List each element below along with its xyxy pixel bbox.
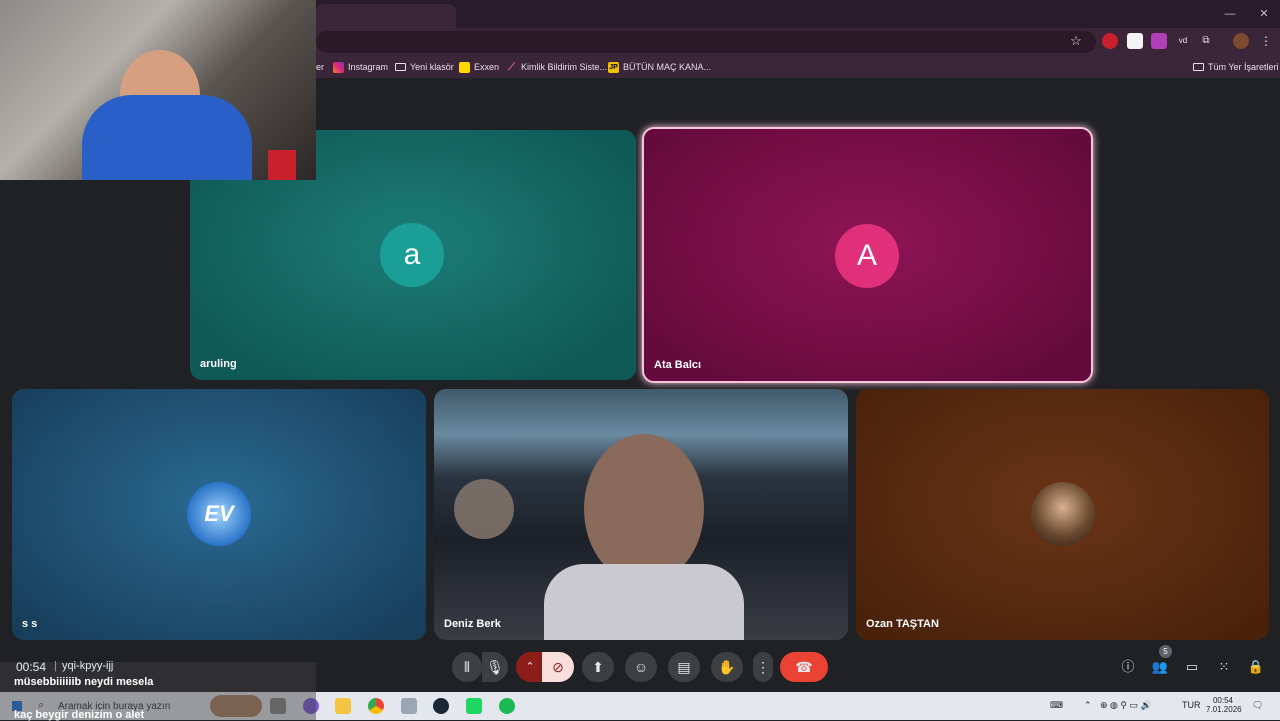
- language-indicator[interactable]: TUR: [1182, 700, 1201, 710]
- link-icon: ⟋: [508, 61, 515, 73]
- bookmark-butun-mac[interactable]: JP BÜTÜN MAÇ KANA...: [608, 58, 711, 76]
- bookmark-exxen[interactable]: Exxen: [459, 58, 499, 76]
- meeting-time: 00:54: [16, 660, 47, 674]
- bookmark-yeni-klasor[interactable]: Yeni klasör: [395, 58, 454, 76]
- bookmark-instagram[interactable]: Instagram: [333, 58, 388, 76]
- extension-purple-icon[interactable]: [1151, 33, 1167, 49]
- instagram-icon: [333, 61, 344, 73]
- captions-icon: ▤: [677, 659, 691, 675]
- steam-icon[interactable]: [433, 698, 449, 714]
- camera-options-button[interactable]: ⌃: [516, 652, 544, 682]
- participant-name: Ozan TAŞTAN: [866, 618, 939, 630]
- tray-keyboard-icon[interactable]: ⌨: [1050, 700, 1063, 711]
- more-vert-icon: ⋮: [756, 659, 770, 675]
- close-icon[interactable]: ✕: [1256, 6, 1272, 22]
- reactions-button[interactable]: ☺: [625, 652, 657, 682]
- avatar: [1031, 482, 1095, 546]
- file-explorer-icon[interactable]: [335, 698, 351, 714]
- notifications-icon[interactable]: 🗨: [1252, 700, 1263, 711]
- all-bookmarks[interactable]: Tüm Yer İşaretleri: [1193, 58, 1279, 76]
- flag: [268, 150, 296, 180]
- meeting-code: yqi-kpyy-ijj: [62, 660, 114, 672]
- participant-tile-ata-balci[interactable]: A Ata Balcı: [642, 127, 1093, 383]
- bookmark-partial[interactable]: er: [316, 58, 324, 76]
- chat-line-1: müsebbiiiiiib neydi mesela: [14, 676, 154, 688]
- chat-icon[interactable]: ▭: [1183, 658, 1201, 676]
- participant-tile-s-s[interactable]: EV s s: [12, 389, 426, 640]
- participant-name: Ata Balcı: [654, 359, 702, 371]
- planet-shape: [454, 479, 514, 539]
- clock-date: 7.01.2026: [1206, 705, 1242, 714]
- people-icon[interactable]: 👥: [1151, 658, 1169, 676]
- participant-name: s s: [22, 618, 38, 630]
- person-body: [544, 564, 744, 640]
- tray-chevron-up-icon[interactable]: ⌃: [1084, 700, 1092, 711]
- meeting-info-icon[interactable]: ⓘ: [1119, 658, 1137, 676]
- participant-name: aruling: [200, 358, 237, 370]
- hand-icon: ✋: [718, 659, 736, 675]
- captions-button[interactable]: ▤: [668, 652, 700, 682]
- host-controls-icon[interactable]: 🔒: [1247, 658, 1265, 676]
- restore-icon[interactable]: [1226, 6, 1242, 22]
- more-options-button[interactable]: ⋮: [753, 652, 773, 682]
- audio-effects-button[interactable]: ⦀: [452, 652, 482, 682]
- profile-avatar[interactable]: [1233, 33, 1249, 49]
- participant-name: Deniz Berk: [444, 618, 501, 630]
- present-screen-icon: ⬆: [592, 659, 604, 675]
- avatar: EV: [187, 482, 251, 546]
- address-bar[interactable]: [316, 31, 1096, 53]
- browser-tab[interactable]: [316, 4, 456, 28]
- spotify-icon[interactable]: [499, 698, 515, 714]
- divider: |: [54, 660, 57, 672]
- chevron-up-icon: ⌃: [525, 661, 535, 673]
- extension-white-icon[interactable]: [1127, 33, 1143, 49]
- raise-hand-button[interactable]: ✋: [711, 652, 743, 682]
- webcam-overlay: [0, 0, 316, 180]
- extension-vd-icon[interactable]: vd: [1175, 33, 1191, 49]
- extension-red-icon[interactable]: [1102, 33, 1118, 49]
- exxen-icon: [459, 61, 470, 73]
- folder-icon: [395, 63, 406, 71]
- people-count-badge: 5: [1159, 645, 1172, 658]
- participant-tile-deniz-berk[interactable]: Deniz Berk: [434, 389, 848, 640]
- clock[interactable]: 00:54 7.01.2026: [1206, 696, 1242, 714]
- chrome-icon[interactable]: [368, 698, 384, 714]
- present-button[interactable]: ⬆: [582, 652, 614, 682]
- puzzle-icon[interactable]: ⧉: [1198, 33, 1214, 49]
- bookmark-kimlik[interactable]: ⟋ Kimlik Bildirim Siste...: [506, 58, 607, 76]
- activities-icon[interactable]: ⁙: [1215, 658, 1233, 676]
- hang-up-icon: ☎: [795, 659, 813, 675]
- tray-app-icons[interactable]: ⊕ ◍ ⚲ ▭ 🔊: [1100, 700, 1152, 711]
- microphone-icon: 🎙: [486, 659, 504, 675]
- emoji-icon: ☺: [633, 659, 649, 675]
- folder-icon: [1193, 63, 1204, 71]
- avatar: a: [380, 223, 444, 287]
- camera-off-icon: ⊘: [552, 659, 564, 675]
- star-icon[interactable]: ☆: [1068, 33, 1084, 49]
- pen-app-icon[interactable]: [401, 698, 417, 714]
- browser-menu-icon[interactable]: ⋮: [1258, 33, 1274, 49]
- person-head: [584, 434, 704, 584]
- leave-call-button[interactable]: ☎: [780, 652, 828, 682]
- clock-time: 00:54: [1212, 696, 1234, 705]
- camera-toggle-button[interactable]: ⊘: [542, 652, 574, 682]
- chat-line-2: kaç beygir denizim o alet: [14, 709, 145, 721]
- avatar: A: [835, 224, 899, 288]
- participant-tile-ozan-tastan[interactable]: Ozan TAŞTAN: [856, 389, 1269, 640]
- green-app-icon[interactable]: [466, 698, 482, 714]
- jp-icon: JP: [608, 61, 619, 73]
- streamer-hoodie: [82, 95, 252, 180]
